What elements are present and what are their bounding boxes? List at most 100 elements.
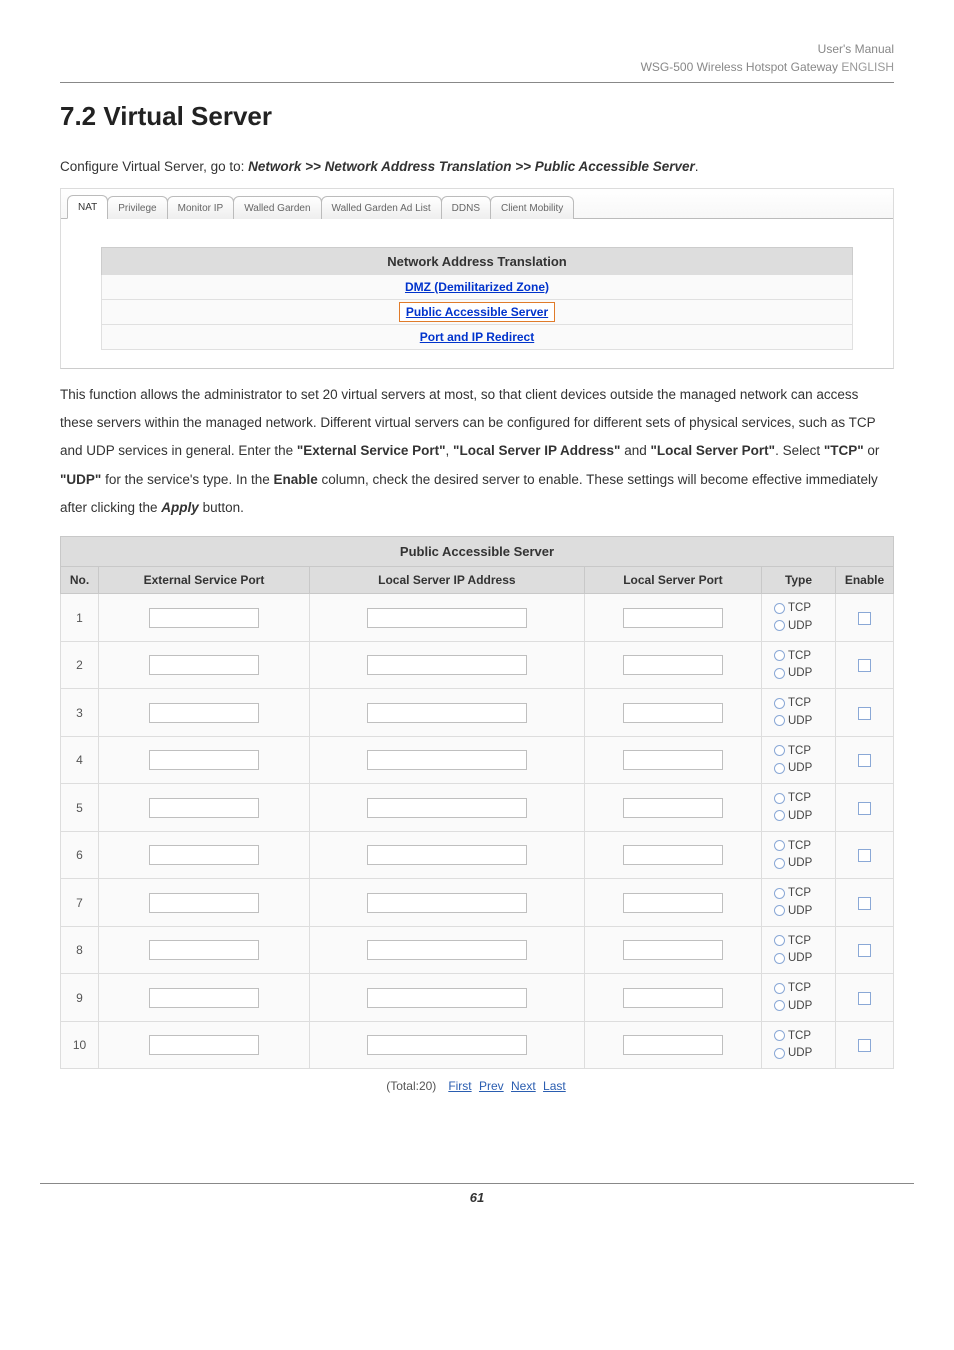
local-server-port-input[interactable] — [623, 940, 723, 960]
cell-enable — [836, 1021, 894, 1069]
table-row: 1TCPUDP — [61, 594, 894, 642]
external-service-port-input[interactable] — [149, 655, 259, 675]
nat-link-public-accessible-anchor[interactable]: Public Accessible Server — [399, 302, 555, 322]
local-server-ip-input[interactable] — [367, 608, 527, 628]
cell-local-port — [584, 831, 761, 879]
radio-tcp[interactable] — [774, 745, 785, 756]
enable-checkbox[interactable] — [858, 612, 871, 625]
cell-local-port — [584, 1021, 761, 1069]
radio-udp[interactable] — [774, 668, 785, 679]
tab-client-mobility[interactable]: Client Mobility — [490, 196, 574, 219]
enable-checkbox[interactable] — [858, 659, 871, 672]
radio-udp[interactable] — [774, 620, 785, 631]
radio-tcp[interactable] — [774, 935, 785, 946]
cell-enable — [836, 926, 894, 974]
enable-checkbox[interactable] — [858, 707, 871, 720]
table-row: 7TCPUDP — [61, 879, 894, 927]
pagination: (Total:20) First Prev Next Last — [60, 1079, 894, 1093]
local-server-ip-input[interactable] — [367, 798, 527, 818]
radio-tcp[interactable] — [774, 840, 785, 851]
local-server-port-input[interactable] — [623, 655, 723, 675]
radio-tcp[interactable] — [774, 983, 785, 994]
cell-local-port — [584, 974, 761, 1022]
pager-next[interactable]: Next — [511, 1079, 536, 1093]
pager-total: (Total:20) — [386, 1079, 436, 1093]
radio-udp-label: UDP — [788, 1000, 812, 1012]
enable-checkbox[interactable] — [858, 992, 871, 1005]
enable-checkbox[interactable] — [858, 802, 871, 815]
radio-udp[interactable] — [774, 810, 785, 821]
cell-local-ip — [309, 641, 584, 689]
cell-type: TCPUDP — [762, 641, 836, 689]
local-server-ip-input[interactable] — [367, 988, 527, 1008]
pager-first[interactable]: First — [448, 1079, 471, 1093]
cell-local-ip — [309, 974, 584, 1022]
local-server-port-input[interactable] — [623, 845, 723, 865]
radio-udp[interactable] — [774, 953, 785, 964]
tab-walled-garden-ad-list[interactable]: Walled Garden Ad List — [321, 196, 442, 219]
cell-enable — [836, 736, 894, 784]
radio-udp[interactable] — [774, 715, 785, 726]
external-service-port-input[interactable] — [149, 1035, 259, 1055]
enable-checkbox[interactable] — [858, 754, 871, 767]
local-server-port-input[interactable] — [623, 798, 723, 818]
nat-panel-screenshot: NAT Privilege Monitor IP Walled Garden W… — [60, 188, 894, 369]
enable-checkbox[interactable] — [858, 897, 871, 910]
external-service-port-input[interactable] — [149, 893, 259, 913]
local-server-ip-input[interactable] — [367, 750, 527, 770]
external-service-port-input[interactable] — [149, 608, 259, 628]
local-server-ip-input[interactable] — [367, 655, 527, 675]
tab-monitor-ip[interactable]: Monitor IP — [167, 196, 235, 219]
radio-tcp[interactable] — [774, 793, 785, 804]
pager-prev[interactable]: Prev — [479, 1079, 504, 1093]
local-server-ip-input[interactable] — [367, 893, 527, 913]
nat-link-port-redirect-anchor[interactable]: Port and IP Redirect — [420, 330, 534, 344]
local-server-port-input[interactable] — [623, 608, 723, 628]
local-server-ip-input[interactable] — [367, 1035, 527, 1055]
radio-tcp[interactable] — [774, 698, 785, 709]
enable-checkbox[interactable] — [858, 849, 871, 862]
external-service-port-input[interactable] — [149, 845, 259, 865]
external-service-port-input[interactable] — [149, 750, 259, 770]
cell-local-port — [584, 689, 761, 737]
tab-privilege[interactable]: Privilege — [107, 196, 167, 219]
cell-local-ip — [309, 831, 584, 879]
radio-udp[interactable] — [774, 1048, 785, 1059]
enable-checkbox[interactable] — [858, 1039, 871, 1052]
radio-tcp[interactable] — [774, 1030, 785, 1041]
pas-table-title: Public Accessible Server — [61, 537, 894, 567]
radio-udp[interactable] — [774, 763, 785, 774]
row-number: 6 — [61, 831, 99, 879]
radio-tcp[interactable] — [774, 888, 785, 899]
cell-local-ip — [309, 594, 584, 642]
pager-last[interactable]: Last — [543, 1079, 566, 1093]
local-server-port-input[interactable] — [623, 703, 723, 723]
local-server-ip-input[interactable] — [367, 940, 527, 960]
nat-link-dmz-anchor[interactable]: DMZ (Demilitarized Zone) — [405, 280, 549, 294]
radio-tcp-label: TCP — [788, 840, 811, 852]
external-service-port-input[interactable] — [149, 703, 259, 723]
external-service-port-input[interactable] — [149, 988, 259, 1008]
radio-udp[interactable] — [774, 858, 785, 869]
tab-walled-garden[interactable]: Walled Garden — [233, 196, 321, 219]
local-server-port-input[interactable] — [623, 893, 723, 913]
local-server-ip-input[interactable] — [367, 845, 527, 865]
cell-ext-port — [99, 736, 310, 784]
radio-tcp[interactable] — [774, 650, 785, 661]
radio-tcp[interactable] — [774, 603, 785, 614]
cell-ext-port — [99, 974, 310, 1022]
external-service-port-input[interactable] — [149, 798, 259, 818]
radio-udp[interactable] — [774, 1000, 785, 1011]
local-server-port-input[interactable] — [623, 750, 723, 770]
cell-enable — [836, 831, 894, 879]
tab-ddns[interactable]: DDNS — [441, 196, 491, 219]
external-service-port-input[interactable] — [149, 940, 259, 960]
local-server-ip-input[interactable] — [367, 703, 527, 723]
table-row: 9TCPUDP — [61, 974, 894, 1022]
local-server-port-input[interactable] — [623, 988, 723, 1008]
tab-nat[interactable]: NAT — [67, 195, 108, 219]
local-server-port-input[interactable] — [623, 1035, 723, 1055]
pas-col-local-port: Local Server Port — [584, 567, 761, 594]
enable-checkbox[interactable] — [858, 944, 871, 957]
radio-udp[interactable] — [774, 905, 785, 916]
